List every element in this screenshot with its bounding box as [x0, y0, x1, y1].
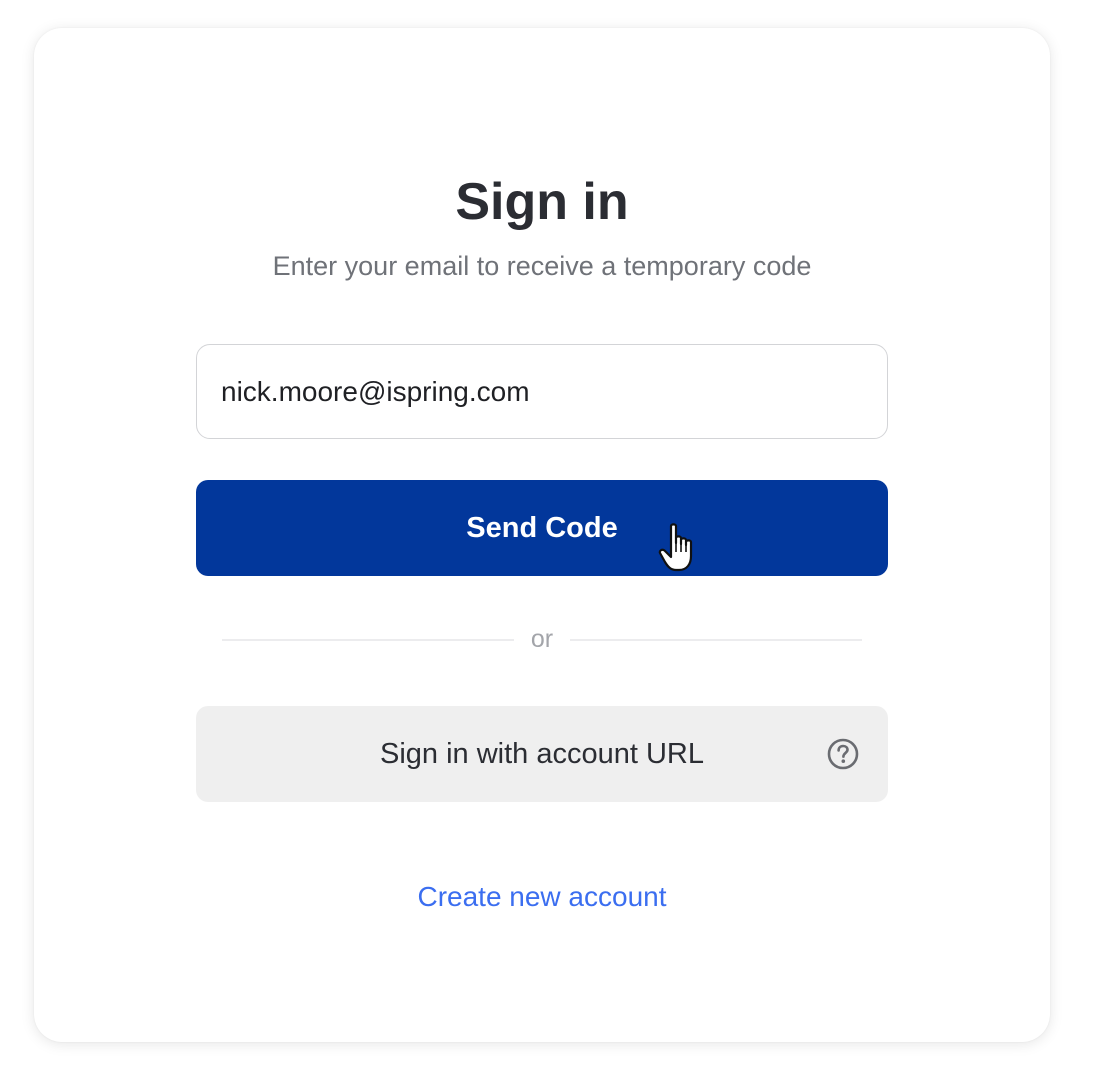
send-code-label: Send Code [466, 511, 618, 544]
question-circle-icon[interactable] [826, 737, 860, 771]
create-account-row: Create new account [34, 880, 1050, 914]
page-title: Sign in [455, 173, 629, 231]
send-code-button[interactable]: Send Code [196, 480, 888, 576]
signin-card: Sign in Enter your email to receive a te… [34, 28, 1050, 1042]
page-subtitle: Enter your email to receive a temporary … [272, 251, 812, 281]
account-url-label: Sign in with account URL [380, 737, 704, 770]
email-field[interactable] [196, 344, 888, 439]
sign-in-with-account-url-button[interactable]: Sign in with account URL [196, 706, 888, 802]
create-new-account-link[interactable]: Create new account [417, 881, 666, 912]
divider-line-right [570, 639, 862, 641]
hand-pointer-icon [658, 523, 693, 572]
or-divider: or [222, 624, 862, 654]
